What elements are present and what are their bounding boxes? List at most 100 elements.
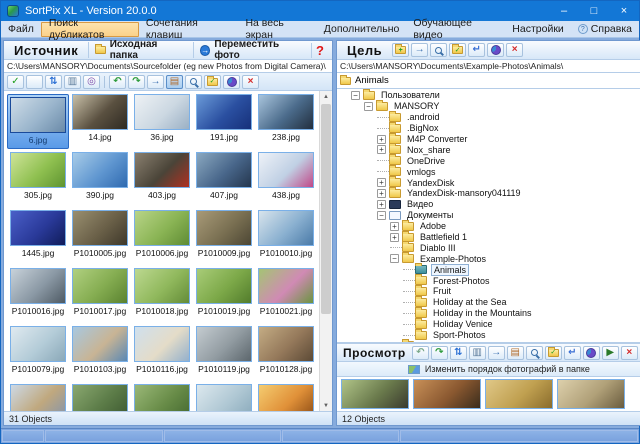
move-photo-icon[interactable]: → — [488, 346, 505, 360]
photo-image[interactable] — [10, 268, 66, 304]
move-photos-button[interactable]: → Переместить фото — [193, 42, 307, 58]
thumbnail-P1010016.jpg[interactable]: P1010016.jpg — [7, 268, 69, 323]
photo-image[interactable] — [134, 384, 190, 411]
help-question-button[interactable]: ? — [311, 43, 328, 58]
thumbnail-305.jpg[interactable]: 305.jpg — [7, 152, 69, 207]
target-path-bar[interactable]: C:\Users\MANSORY\Documents\Example-Photo… — [337, 60, 640, 73]
photo-image[interactable] — [134, 268, 190, 304]
thumbnail-6.jpg[interactable]: 6.jpg — [7, 94, 69, 149]
tree-item-holiday-at-the-sea[interactable]: Holiday at the Sea — [337, 297, 640, 308]
redo-icon[interactable]: ↷ — [128, 75, 145, 89]
tree-item-holiday-in-the-mountains[interactable]: Holiday in the Mountains — [337, 308, 640, 319]
preview-thumbnail-3[interactable] — [485, 379, 553, 409]
tree-item-holiday-venice[interactable]: Holiday Venice — [337, 319, 640, 330]
thumbnail-14.jpg[interactable]: 14.jpg — [69, 94, 131, 149]
minimize-button[interactable]: – — [549, 1, 579, 21]
expand-icon[interactable]: + — [390, 233, 399, 242]
photo-image[interactable] — [10, 326, 66, 362]
expand-icon[interactable]: + — [377, 135, 386, 144]
thumbnail-P1010019.jpg[interactable]: P1010019.jpg — [193, 268, 255, 323]
menu-item-settings[interactable]: Настройки — [505, 22, 571, 37]
tree-item-animals[interactable]: Animals — [337, 264, 640, 275]
tree-item-sport-photos[interactable]: Sport-Photos — [337, 330, 640, 341]
new-folder-icon[interactable]: + — [392, 43, 409, 57]
thumbnail-P1010079.jpg[interactable]: P1010079.jpg — [7, 326, 69, 381]
thumbnail-1445.jpg[interactable]: 1445.jpg — [7, 210, 69, 265]
photo-image[interactable] — [196, 152, 252, 188]
expand-icon[interactable]: + — [377, 145, 386, 154]
tree-item-mansory[interactable]: −MANSORY — [337, 101, 640, 112]
tree-item-yandexdisk-mansory041119[interactable]: +YandexDisk-mansory041119 — [337, 188, 640, 199]
reorder-photos-button[interactable]: Изменить порядок фотографий в папке — [337, 362, 640, 377]
return-arrow-icon[interactable]: ↵ — [468, 43, 485, 57]
thumbnail-P1010021.jpg[interactable]: P1010021.jpg — [255, 268, 317, 323]
photo-image[interactable] — [10, 97, 66, 133]
redo-icon[interactable]: ↷ — [431, 346, 448, 360]
photo-image[interactable] — [196, 210, 252, 246]
move-photo-icon[interactable]: → — [147, 75, 164, 89]
menu-item-hotkeys[interactable]: Сочетания клавиш — [139, 22, 239, 37]
view-columns-icon[interactable]: ▥ — [469, 346, 486, 360]
tree-item--android[interactable]: .android — [337, 112, 640, 123]
tree-item-видео[interactable]: +Видео — [337, 199, 640, 210]
folder-ok-icon[interactable]: ✓ — [449, 43, 466, 57]
thumbnail-403.jpg[interactable]: 403.jpg — [131, 152, 193, 207]
tree-item-документы[interactable]: −Документы — [337, 210, 640, 221]
thumbnail-P1010005.jpg[interactable]: P1010005.jpg — [69, 210, 131, 265]
move-photo-icon[interactable]: → — [411, 43, 428, 57]
photo-image[interactable] — [134, 152, 190, 188]
scroll-up-icon[interactable]: ▲ — [323, 91, 329, 102]
return-arrow-icon[interactable]: ↵ — [564, 346, 581, 360]
photo-image[interactable] — [10, 210, 66, 246]
photo-image[interactable] — [72, 326, 128, 362]
menu-item-duplicate-search[interactable]: Поиск дубликатов — [41, 22, 139, 37]
undo-icon[interactable]: ↶ — [109, 75, 126, 89]
photo-image[interactable] — [258, 152, 314, 188]
target-view-icon[interactable]: ◎ — [83, 75, 100, 89]
thumbnail-P1010103.jpg[interactable]: P1010103.jpg — [69, 326, 131, 381]
tree-item-diablo-iii[interactable]: Diablo III — [337, 242, 640, 253]
photo-image[interactable] — [258, 326, 314, 362]
select-all-icon[interactable]: ✓ — [7, 75, 24, 89]
photo-image[interactable] — [134, 210, 190, 246]
thumbnail-P1010128.jpg[interactable]: P1010128.jpg — [255, 326, 317, 381]
photo-image[interactable] — [10, 152, 66, 188]
menu-item-advanced[interactable]: Дополнительно — [317, 22, 407, 37]
thumbnail-36.jpg[interactable]: 36.jpg — [131, 94, 193, 149]
thumbnail-438.jpg[interactable]: 438.jpg — [255, 152, 317, 207]
delete-icon[interactable]: × — [506, 43, 523, 57]
expand-icon[interactable]: + — [377, 200, 386, 209]
statistics-pie-icon[interactable] — [583, 346, 600, 360]
maximize-button[interactable]: □ — [579, 1, 609, 21]
photo-image[interactable] — [258, 210, 314, 246]
thumbnail-P1010006.jpg[interactable]: P1010006.jpg — [131, 210, 193, 265]
delete-icon[interactable]: × — [621, 346, 638, 360]
expand-icon[interactable]: + — [377, 189, 386, 198]
statistics-pie-icon[interactable] — [487, 43, 504, 57]
tree-item-log-files[interactable]: Log Files — [337, 340, 640, 342]
scroll-down-icon[interactable]: ▼ — [323, 400, 329, 411]
sort-order-icon[interactable]: ⇅ — [45, 75, 62, 89]
thumbnail-390.jpg[interactable]: 390.jpg — [69, 152, 131, 207]
folder-ok-icon[interactable]: ✓ — [204, 75, 221, 89]
tree-item-vmlogs[interactable]: vmlogs — [337, 166, 640, 177]
tree-item--bignox[interactable]: .BigNox — [337, 123, 640, 134]
tree-item-yandexdisk[interactable]: +YandexDisk — [337, 177, 640, 188]
preview-thumbnail-1[interactable] — [341, 379, 409, 409]
target-folder-combo[interactable]: Animals ▼ — [337, 73, 640, 89]
thumbnail-row6-28[interactable] — [193, 384, 255, 411]
thumbnail-P1010018.jpg[interactable]: P1010018.jpg — [131, 268, 193, 323]
photo-image[interactable] — [72, 94, 128, 130]
tree-item-m4p-converter[interactable]: +M4P Converter — [337, 134, 640, 145]
search-icon[interactable] — [526, 346, 543, 360]
tree-item-adobe[interactable]: +Adobe — [337, 221, 640, 232]
photo-report-icon[interactable]: ▤ — [507, 346, 524, 360]
thumbnail-P1010009.jpg[interactable]: P1010009.jpg — [193, 210, 255, 265]
source-path-bar[interactable]: C:\Users\MANSORY\Documents\Sourcefolder … — [4, 60, 332, 73]
thumbnail-row6-25[interactable] — [7, 384, 69, 411]
thumbnail-238.jpg[interactable]: 238.jpg — [255, 94, 317, 149]
thumbnail-row6-29[interactable] — [255, 384, 317, 411]
sort-order-icon[interactable]: ⇅ — [450, 346, 467, 360]
statistics-pie-icon[interactable] — [223, 75, 240, 89]
search-icon[interactable] — [430, 43, 447, 57]
